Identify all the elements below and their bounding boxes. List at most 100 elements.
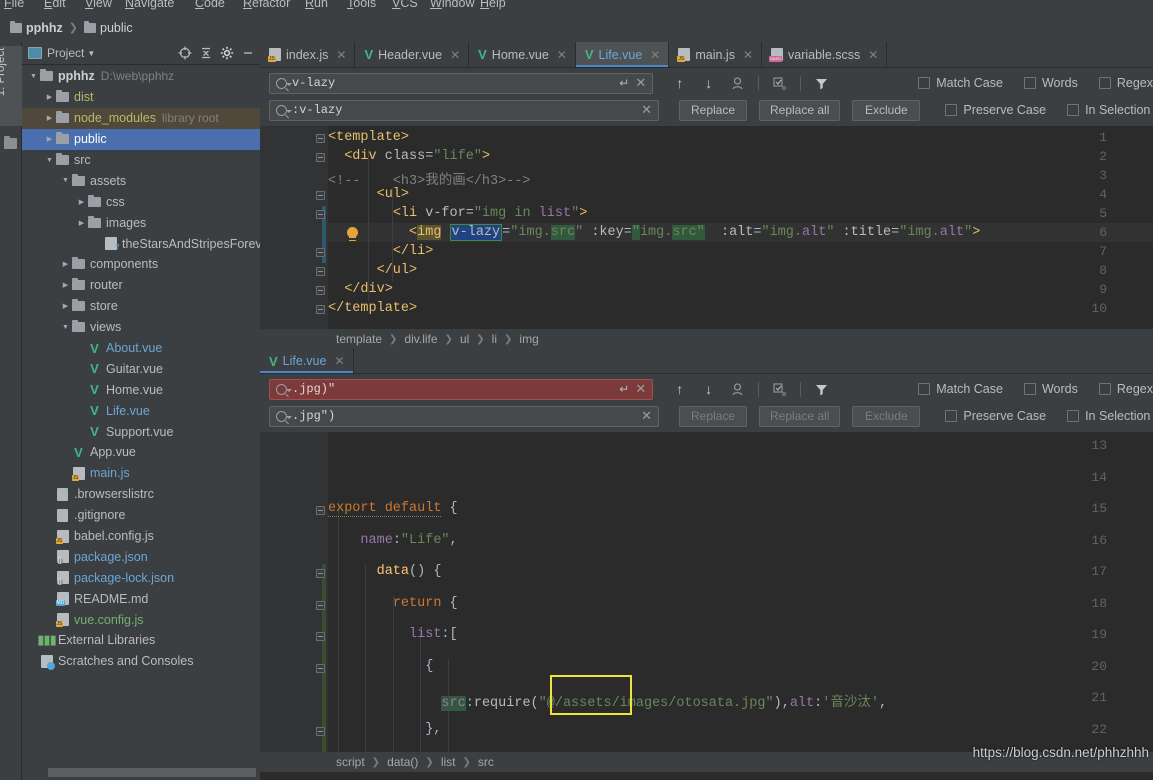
- enter-icon[interactable]: ↵: [619, 382, 629, 396]
- code-folding-marker[interactable]: [316, 632, 325, 641]
- regex-checkbox-bottom[interactable]: Regex: [1098, 382, 1153, 396]
- tree-node-home-vue[interactable]: V Home.vue: [22, 379, 260, 400]
- tree-node-scratches-and-consoles[interactable]: Scratches and Consoles: [22, 651, 260, 672]
- code-breadcrumb-item[interactable]: template: [336, 332, 382, 346]
- code-breadcrumb-item[interactable]: div.life: [404, 332, 437, 346]
- crosshair-icon[interactable]: [177, 45, 193, 61]
- exclude-button-bottom[interactable]: Exclude: [852, 405, 921, 427]
- regex-checkbox[interactable]: Regex: [1098, 76, 1153, 90]
- tree-node-views[interactable]: ▼ views: [22, 317, 260, 338]
- menu-item-edit[interactable]: Edit: [44, 0, 66, 10]
- close-icon[interactable]: ✕: [868, 48, 878, 62]
- tree-node-external-libraries[interactable]: ▮▮▮ External Libraries: [22, 630, 260, 651]
- close-icon[interactable]: ✕: [650, 48, 660, 62]
- editor-tab-index-js[interactable]: index.js ✕: [260, 42, 356, 67]
- words-checkbox-bottom[interactable]: Words: [1023, 382, 1078, 396]
- arrow-down-icon[interactable]: ↓: [700, 75, 717, 92]
- tree-node-main-js[interactable]: main.js: [22, 463, 260, 484]
- tree-node-css[interactable]: ▶ css: [22, 191, 260, 212]
- tree-node-babel-config-js[interactable]: babel.config.js: [22, 526, 260, 547]
- tree-node-thestarsandstripesforeve[interactable]: theStarsAndStripesForeve: [22, 233, 260, 254]
- search-field-bottom[interactable]: ↵ ✕: [269, 378, 654, 400]
- multiline-toggle-icon[interactable]: [771, 75, 788, 92]
- enter-icon[interactable]: ↵: [619, 76, 629, 90]
- tree-expander[interactable]: ▼: [44, 157, 55, 164]
- menu-item-tools[interactable]: Tools: [347, 0, 376, 10]
- in-selection-checkbox[interactable]: In Selection: [1067, 103, 1150, 117]
- breadcrumb-root[interactable]: pphhz: [10, 20, 63, 35]
- menu-item-view[interactable]: View: [85, 0, 112, 10]
- replace-field-top[interactable]: ✕: [269, 99, 659, 121]
- close-icon[interactable]: ✕: [557, 48, 567, 62]
- preserve-case-checkbox[interactable]: Preserve Case: [945, 103, 1046, 117]
- arrow-up-icon[interactable]: ↑: [671, 75, 688, 92]
- tree-node-node-modules[interactable]: ▶ node_modules library root: [22, 107, 260, 129]
- tree-expander[interactable]: ▶: [44, 93, 55, 101]
- replace-field-bottom[interactable]: ✕: [269, 405, 659, 427]
- match-case-checkbox[interactable]: Match Case: [918, 76, 1003, 90]
- arrow-up-icon[interactable]: ↑: [671, 381, 688, 398]
- close-icon[interactable]: ✕: [450, 48, 460, 62]
- menu-item-run[interactable]: Run: [305, 0, 328, 10]
- multiline-toggle-icon[interactable]: [771, 381, 788, 398]
- close-icon[interactable]: ✕: [635, 381, 646, 397]
- tree-node-images[interactable]: ▶ images: [22, 212, 260, 233]
- replace-all-button-bottom[interactable]: Replace all: [759, 405, 841, 427]
- tree-node-store[interactable]: ▶ store: [22, 296, 260, 317]
- code-breadcrumb-item[interactable]: src: [478, 755, 494, 769]
- tree-node-app-vue[interactable]: V App.vue: [22, 442, 260, 463]
- code-editor-top[interactable]: 1 <template> 2 <div class="life"> 3 <!-- <h3…: [260, 126, 1153, 329]
- tree-node--browserslistrc[interactable]: .browserslistrc: [22, 484, 260, 505]
- tree-expander[interactable]: ▶: [76, 198, 87, 206]
- close-icon[interactable]: ✕: [743, 48, 753, 62]
- tree-node-support-vue[interactable]: V Support.vue: [22, 421, 260, 442]
- editor-tab-main-js[interactable]: main.js ✕: [669, 42, 763, 67]
- editor-tab-home-vue[interactable]: V Home.vue ✕: [469, 42, 576, 67]
- tree-node-public[interactable]: ▶ public: [22, 128, 260, 150]
- project-horizontal-scrollbar[interactable]: [48, 768, 256, 777]
- code-folding-marker[interactable]: [316, 191, 325, 200]
- replace-button-top[interactable]: Replace: [679, 99, 747, 121]
- menu-item-help[interactable]: Help: [480, 0, 506, 10]
- tree-node-package-json[interactable]: package.json: [22, 546, 260, 567]
- words-checkbox[interactable]: Words: [1023, 76, 1078, 90]
- arrow-down-icon[interactable]: ↓: [700, 381, 717, 398]
- code-folding-marker[interactable]: [316, 134, 325, 143]
- menu-item-window[interactable]: Window: [430, 0, 474, 10]
- tree-node-readme-md[interactable]: README.md: [22, 588, 260, 609]
- code-breadcrumb-item[interactable]: list: [441, 755, 456, 769]
- menu-item-navigate[interactable]: Navigate: [125, 0, 174, 10]
- editor-tab-bottom-life-vue[interactable]: V Life.vue ✕: [260, 349, 354, 373]
- breadcrumb-child[interactable]: public: [84, 20, 133, 35]
- replace-input-bottom[interactable]: [292, 409, 642, 423]
- tree-node-guitar-vue[interactable]: V Guitar.vue: [22, 358, 260, 379]
- exclude-button-top[interactable]: Exclude: [852, 99, 921, 121]
- tree-node-components[interactable]: ▶ components: [22, 254, 260, 275]
- code-folding-marker[interactable]: [316, 726, 325, 736]
- minimize-icon[interactable]: [240, 45, 256, 61]
- project-tree[interactable]: ▼ pphhz D:\web\pphhz ▶ dist ▶ node_modules libr…: [22, 65, 260, 780]
- code-folding-marker[interactable]: [316, 506, 325, 515]
- menu-item-code[interactable]: Code: [195, 0, 225, 10]
- menu-item-refactor[interactable]: Refactor: [243, 0, 290, 10]
- tree-node-about-vue[interactable]: V About.vue: [22, 338, 260, 359]
- tree-node-package-lock-json[interactable]: package-lock.json: [22, 567, 260, 588]
- in-selection-checkbox-bottom[interactable]: In Selection: [1067, 409, 1150, 423]
- editor-tab-life-vue[interactable]: V Life.vue ✕: [575, 42, 670, 67]
- tree-node-life-vue[interactable]: V Life.vue: [22, 400, 260, 421]
- tree-expander[interactable]: ▼: [28, 73, 39, 80]
- collapse-all-icon[interactable]: [198, 45, 214, 61]
- select-all-occurrences-icon[interactable]: [729, 75, 746, 92]
- close-icon[interactable]: ✕: [635, 75, 646, 91]
- tree-expander[interactable]: ▼: [60, 177, 71, 184]
- search-input-bottom[interactable]: [292, 382, 620, 396]
- tree-node-vue-config-js[interactable]: vue.config.js: [22, 609, 260, 630]
- editor-tab-variable-scss[interactable]: variable.scss ✕: [762, 42, 888, 67]
- menu-item-file[interactable]: File: [4, 0, 24, 10]
- code-folding-marker[interactable]: [316, 210, 325, 219]
- tree-expander[interactable]: ▶: [60, 281, 71, 289]
- code-breadcrumb-item[interactable]: ul: [460, 332, 469, 346]
- tree-expander[interactable]: ▶: [60, 260, 71, 268]
- tree-node-dist[interactable]: ▶ dist: [22, 87, 260, 108]
- replace-input-top[interactable]: [292, 103, 642, 117]
